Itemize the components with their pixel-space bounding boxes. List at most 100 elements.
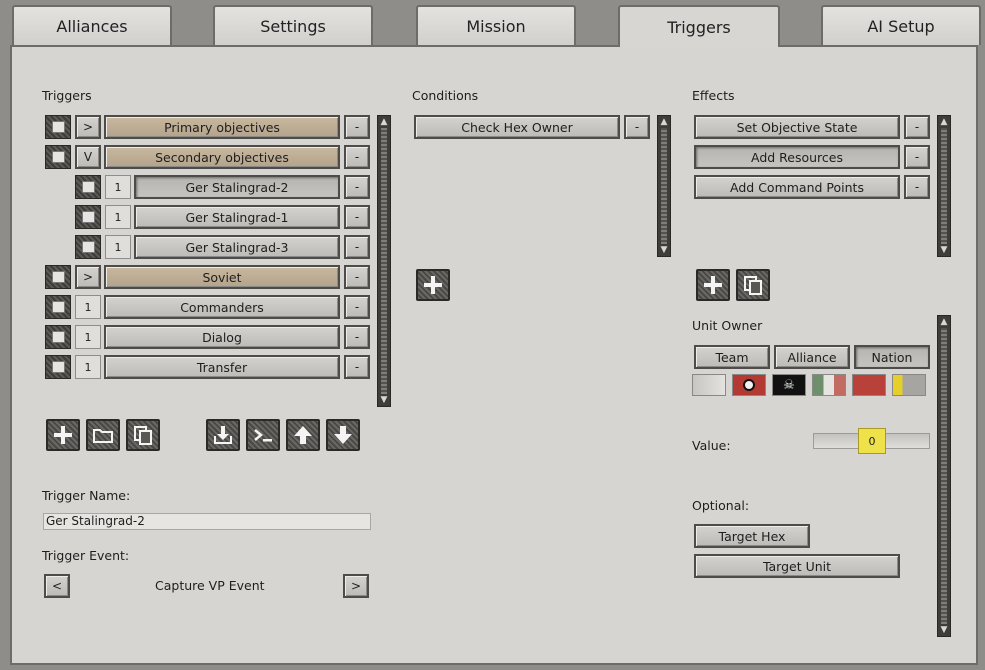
- add-trigger-button[interactable]: [46, 419, 80, 451]
- effects-scrollbar[interactable]: ▲ ▼: [937, 115, 951, 257]
- unit-owner-alliance-button[interactable]: Alliance: [774, 345, 850, 369]
- add-effect-button[interactable]: [696, 269, 730, 301]
- nation-flag-italy[interactable]: [812, 374, 846, 396]
- trigger-item[interactable]: Transfer: [104, 355, 340, 379]
- value-slider-thumb[interactable]: 0: [858, 428, 886, 454]
- trigger-event-value: Capture VP Event: [155, 578, 265, 593]
- effect-details-scrollbar[interactable]: ▲ ▼: [937, 315, 951, 637]
- trigger-remove-button[interactable]: -: [344, 295, 370, 319]
- scroll-down-icon[interactable]: ▼: [658, 244, 670, 256]
- arrow-up-icon: [294, 426, 312, 444]
- value-label: Value:: [692, 438, 731, 453]
- trigger-checkbox[interactable]: [45, 115, 71, 139]
- trigger-remove-button[interactable]: -: [344, 115, 370, 139]
- trigger-item[interactable]: Soviet: [104, 265, 340, 289]
- trigger-index: 1: [75, 355, 101, 379]
- trigger-remove-button[interactable]: -: [344, 205, 370, 229]
- trigger-checkbox[interactable]: [45, 325, 71, 349]
- trigger-checkbox[interactable]: [75, 235, 101, 259]
- trigger-item[interactable]: Ger Stalingrad-1: [134, 205, 340, 229]
- trigger-expand-toggle[interactable]: >: [75, 115, 101, 139]
- effect-remove-button[interactable]: -: [904, 115, 930, 139]
- trigger-item[interactable]: Commanders: [104, 295, 340, 319]
- trigger-index: 1: [75, 295, 101, 319]
- trigger-index: 1: [105, 205, 131, 229]
- conditions-heading: Conditions: [412, 88, 479, 103]
- target-hex-button[interactable]: Target Hex: [694, 524, 810, 548]
- scroll-down-icon[interactable]: ▼: [938, 624, 950, 636]
- add-folder-button[interactable]: [86, 419, 120, 451]
- unit-owner-team-button[interactable]: Team: [694, 345, 770, 369]
- import-icon: [214, 426, 232, 444]
- effect-remove-button[interactable]: -: [904, 145, 930, 169]
- effect-item[interactable]: Add Resources: [694, 145, 900, 169]
- scroll-up-icon[interactable]: ▲: [938, 316, 950, 328]
- effects-heading: Effects: [692, 88, 735, 103]
- condition-remove-button[interactable]: -: [624, 115, 650, 139]
- plus-icon: [54, 426, 72, 444]
- nation-flag-germany[interactable]: [732, 374, 766, 396]
- trigger-checkbox[interactable]: [45, 355, 71, 379]
- trigger-checkbox[interactable]: [75, 205, 101, 229]
- import-button[interactable]: [206, 419, 240, 451]
- nation-flag-hungary[interactable]: [892, 374, 926, 396]
- triggers-scrollbar[interactable]: ▲ ▼: [377, 115, 391, 407]
- arrow-down-icon: [334, 426, 352, 444]
- move-up-button[interactable]: [286, 419, 320, 451]
- trigger-event-prev-button[interactable]: <: [44, 574, 70, 598]
- trigger-item[interactable]: Ger Stalingrad-2: [134, 175, 340, 199]
- trigger-name-label: Trigger Name:: [42, 488, 131, 503]
- add-condition-button[interactable]: [416, 269, 450, 301]
- conditions-scrollbar[interactable]: ▲ ▼: [657, 115, 671, 257]
- nation-flag-ussr[interactable]: [852, 374, 886, 396]
- skull-icon: ☠: [783, 377, 795, 393]
- trigger-index: 1: [75, 325, 101, 349]
- trigger-item[interactable]: Ger Stalingrad-3: [134, 235, 340, 259]
- target-unit-button[interactable]: Target Unit: [694, 554, 900, 578]
- plus-icon: [704, 276, 722, 294]
- trigger-item[interactable]: Secondary objectives: [104, 145, 340, 169]
- scroll-down-icon[interactable]: ▼: [938, 244, 950, 256]
- nation-flag-neutral[interactable]: [692, 374, 726, 396]
- scroll-up-icon[interactable]: ▲: [658, 116, 670, 128]
- trigger-remove-button[interactable]: -: [344, 235, 370, 259]
- triggers-heading: Triggers: [42, 88, 92, 103]
- scroll-up-icon[interactable]: ▲: [938, 116, 950, 128]
- nation-flag-ss[interactable]: ☠: [772, 374, 806, 396]
- effect-remove-button[interactable]: -: [904, 175, 930, 199]
- trigger-checkbox[interactable]: [75, 175, 101, 199]
- trigger-remove-button[interactable]: -: [344, 355, 370, 379]
- trigger-expand-toggle[interactable]: >: [75, 265, 101, 289]
- trigger-item[interactable]: Dialog: [104, 325, 340, 349]
- optional-label: Optional:: [692, 498, 750, 513]
- trigger-index: 1: [105, 175, 131, 199]
- scroll-up-icon[interactable]: ▲: [378, 116, 390, 128]
- scroll-down-icon[interactable]: ▼: [378, 394, 390, 406]
- trigger-checkbox[interactable]: [45, 145, 71, 169]
- trigger-event-label: Trigger Event:: [42, 548, 130, 563]
- plus-icon: [424, 276, 442, 294]
- move-down-button[interactable]: [326, 419, 360, 451]
- cross-icon: [743, 379, 755, 391]
- unit-owner-nation-button[interactable]: Nation: [854, 345, 930, 369]
- console-icon: [254, 429, 272, 442]
- effect-item[interactable]: Add Command Points: [694, 175, 900, 199]
- effect-item[interactable]: Set Objective State: [694, 115, 900, 139]
- trigger-index: 1: [105, 235, 131, 259]
- trigger-remove-button[interactable]: -: [344, 145, 370, 169]
- trigger-remove-button[interactable]: -: [344, 175, 370, 199]
- trigger-item[interactable]: Primary objectives: [104, 115, 340, 139]
- condition-item[interactable]: Check Hex Owner: [414, 115, 620, 139]
- trigger-remove-button[interactable]: -: [344, 325, 370, 349]
- unit-owner-label: Unit Owner: [692, 318, 763, 333]
- trigger-event-next-button[interactable]: >: [343, 574, 369, 598]
- console-button[interactable]: [246, 419, 280, 451]
- trigger-remove-button[interactable]: -: [344, 265, 370, 289]
- trigger-expand-toggle[interactable]: V: [75, 145, 101, 169]
- copy-trigger-button[interactable]: [126, 419, 160, 451]
- trigger-checkbox[interactable]: [45, 265, 71, 289]
- trigger-checkbox[interactable]: [45, 295, 71, 319]
- trigger-name-field[interactable]: Ger Stalingrad-2: [43, 513, 371, 530]
- copy-icon: [744, 276, 762, 295]
- copy-effect-button[interactable]: [736, 269, 770, 301]
